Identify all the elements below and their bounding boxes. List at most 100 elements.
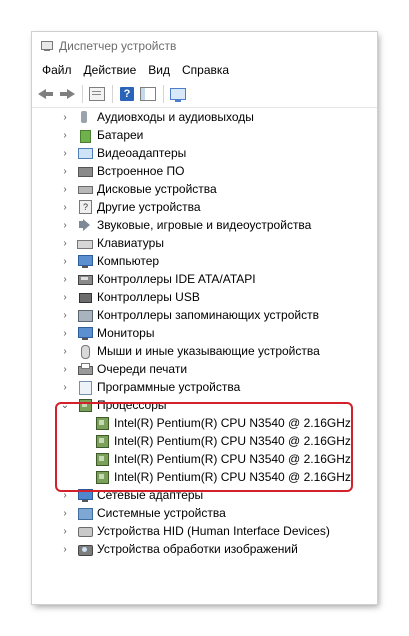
tree-item-label: Системные устройства <box>97 506 226 520</box>
tree-item-sound[interactable]: › Звуковые, игровые и видеоустройства <box>32 216 377 234</box>
battery-icon <box>77 128 93 143</box>
device-manager-app-icon <box>40 39 53 52</box>
tree-item-hid[interactable]: › Устройства HID (Human Interface Devices… <box>32 522 377 540</box>
tree-item-mice[interactable]: › Мыши и иные указывающие устройства <box>32 342 377 360</box>
usb-controller-icon <box>77 290 93 304</box>
tree-item-label: Компьютер <box>97 254 160 268</box>
tree-item-firmware[interactable]: › Встроенное ПО <box>32 162 377 180</box>
network-adapter-icon <box>77 488 93 502</box>
toolbar-separator <box>82 85 83 103</box>
tree-item-monitors[interactable]: › Мониторы <box>32 324 377 342</box>
forward-arrow-icon <box>59 88 75 100</box>
tree-item-disk-drives[interactable]: › Дисковые устройства <box>32 180 377 198</box>
processor-name: Intel(R) Pentium(R) CPU N3540 @ 2.16GHz <box>114 434 351 448</box>
tree-item-imaging-devices[interactable]: › Устройства обработки изображений <box>32 540 377 558</box>
back-arrow-icon <box>38 88 54 100</box>
tree-item-display-adapters[interactable]: › Видеоадаптеры <box>32 144 377 162</box>
tree-item-label: Устройства обработки изображений <box>97 542 298 556</box>
title-bar: Диспетчер устройств <box>32 32 377 59</box>
tree-item-label: Звуковые, игровые и видеоустройства <box>97 218 312 232</box>
chevron-right-icon[interactable]: › <box>59 292 71 303</box>
tree-item-usb-controllers[interactable]: › Контроллеры USB <box>32 288 377 306</box>
chevron-right-icon[interactable]: › <box>59 274 71 285</box>
chevron-right-icon[interactable]: › <box>59 184 71 195</box>
chevron-right-icon[interactable]: › <box>59 256 71 267</box>
chevron-right-icon[interactable]: › <box>59 148 71 159</box>
forward-button[interactable] <box>57 84 77 104</box>
show-panel-icon <box>140 87 156 101</box>
firmware-icon <box>77 164 93 178</box>
tree-item-label: Аудиовходы и аудиовыходы <box>97 110 254 124</box>
processor-item[interactable]: Intel(R) Pentium(R) CPU N3540 @ 2.16GHz <box>32 414 377 432</box>
tree-item-batteries[interactable]: › Батареи <box>32 126 377 144</box>
tree-item-label: Устройства HID (Human Interface Devices) <box>97 524 330 538</box>
tree-item-print-queues[interactable]: › Очереди печати <box>32 360 377 378</box>
imaging-device-icon <box>77 542 93 556</box>
ide-controller-icon <box>77 272 93 286</box>
chevron-right-icon[interactable]: › <box>59 220 71 231</box>
processor-item[interactable]: Intel(R) Pentium(R) CPU N3540 @ 2.16GHz <box>32 432 377 450</box>
chevron-right-icon[interactable]: › <box>59 382 71 393</box>
processor-icon <box>77 398 93 412</box>
properties-button[interactable] <box>87 84 107 104</box>
tree-item-label: Встроенное ПО <box>97 164 185 178</box>
tree-item-label: Батареи <box>97 128 144 142</box>
chevron-right-icon[interactable]: › <box>59 508 71 519</box>
system-device-icon <box>77 506 93 520</box>
tree-item-storage-controllers[interactable]: › Контроллеры запоминающих устройств <box>32 306 377 324</box>
toolbar-separator <box>163 85 164 103</box>
help-button[interactable]: ? <box>117 84 137 104</box>
tree-item-other-devices[interactable]: › Другие устройства <box>32 198 377 216</box>
chevron-right-icon[interactable]: › <box>59 490 71 501</box>
chevron-right-icon[interactable]: › <box>59 166 71 177</box>
processor-item[interactable]: Intel(R) Pentium(R) CPU N3540 @ 2.16GHz <box>32 450 377 468</box>
tree-item-label: Видеоадаптеры <box>97 146 187 160</box>
disk-drive-icon <box>77 182 93 196</box>
tree-item-computer[interactable]: › Компьютер <box>32 252 377 270</box>
chevron-right-icon[interactable]: › <box>59 544 71 555</box>
chevron-right-icon[interactable]: › <box>59 310 71 321</box>
tree-item-label: Контроллеры IDE ATA/ATAPI <box>97 272 256 286</box>
mouse-icon <box>77 344 93 359</box>
print-queue-icon <box>77 362 93 376</box>
chevron-right-icon[interactable]: › <box>59 328 71 339</box>
processor-icon <box>94 470 110 484</box>
tree-item-processors[interactable]: ⌄ Процессоры <box>32 396 377 414</box>
tree-item-keyboards[interactable]: › Клавиатуры <box>32 234 377 252</box>
chevron-right-icon[interactable]: › <box>59 346 71 357</box>
monitor-icon <box>77 326 93 340</box>
processor-icon <box>94 434 110 448</box>
tree-item-label: Программные устройства <box>97 380 241 394</box>
chevron-right-icon[interactable]: › <box>59 364 71 375</box>
chevron-down-icon[interactable]: ⌄ <box>59 400 71 411</box>
back-button[interactable] <box>36 84 56 104</box>
menu-action[interactable]: Действие <box>78 63 143 77</box>
tree-item-ide-controllers[interactable]: › Контроллеры IDE ATA/ATAPI <box>32 270 377 288</box>
computer-icon <box>77 254 93 268</box>
menu-view[interactable]: Вид <box>142 63 176 77</box>
tree-item-audio[interactable]: › Аудиовходы и аудиовыходы <box>32 108 377 126</box>
scan-hardware-button[interactable] <box>168 84 188 104</box>
chevron-right-icon[interactable]: › <box>59 202 71 213</box>
menu-file[interactable]: Файл <box>36 63 78 77</box>
tree-item-label: Дисковые устройства <box>97 182 217 196</box>
processor-item[interactable]: Intel(R) Pentium(R) CPU N3540 @ 2.16GHz <box>32 468 377 486</box>
tree-item-label: Клавиатуры <box>97 236 164 250</box>
show-panel-button[interactable] <box>138 84 158 104</box>
monitor-icon <box>170 88 186 102</box>
sound-icon <box>77 218 93 232</box>
chevron-right-icon[interactable]: › <box>59 526 71 537</box>
chevron-right-icon[interactable]: › <box>59 112 71 123</box>
tree-item-network-adapters[interactable]: › Сетевые адаптеры <box>32 486 377 504</box>
menu-bar: Файл Действие Вид Справка <box>32 59 377 81</box>
chevron-right-icon[interactable]: › <box>59 238 71 249</box>
tree-item-label: Мониторы <box>97 326 155 340</box>
processor-icon <box>94 416 110 430</box>
tree-item-label: Очереди печати <box>97 362 188 376</box>
tree-item-software-devices[interactable]: › Программные устройства <box>32 378 377 396</box>
properties-icon <box>89 87 105 101</box>
chevron-right-icon[interactable]: › <box>59 130 71 141</box>
hid-icon <box>77 524 93 538</box>
menu-help[interactable]: Справка <box>176 63 235 77</box>
tree-item-system-devices[interactable]: › Системные устройства <box>32 504 377 522</box>
